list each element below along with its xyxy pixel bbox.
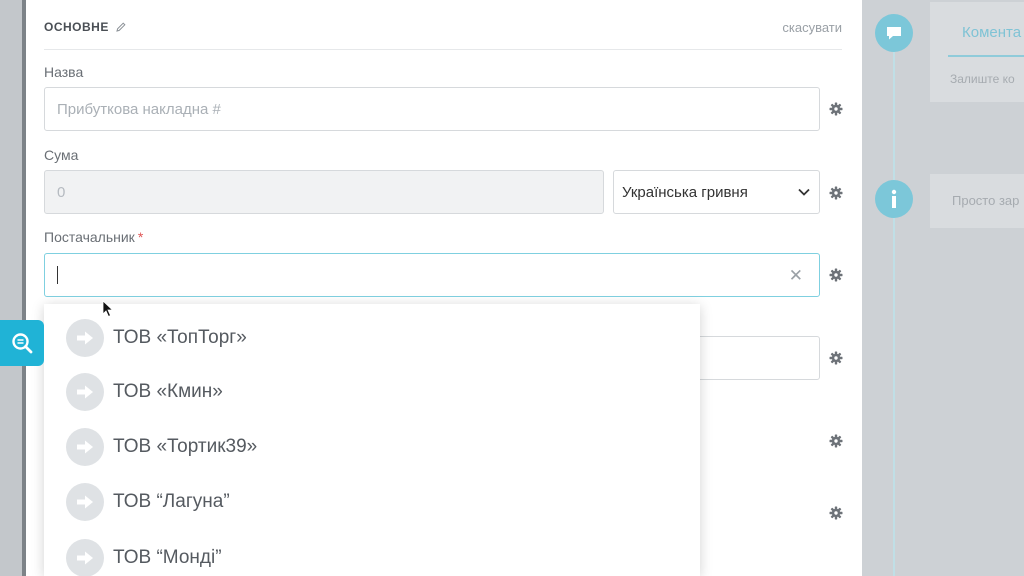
info-icon — [875, 180, 913, 218]
mouse-pointer-icon — [102, 300, 114, 318]
info-text: Просто зар — [952, 193, 1020, 208]
sum-value: 0 — [57, 183, 66, 201]
section-title: ОСНОВНЕ — [44, 20, 109, 34]
gear-icon[interactable] — [828, 433, 844, 449]
name-placeholder: Прибуткова накладна # — [57, 100, 221, 118]
chevron-down-icon — [798, 188, 810, 196]
comment-card: Комента Залиште ко — [930, 2, 1024, 102]
comment-icon — [875, 14, 913, 52]
supplier-dropdown: ТОВ «ТопТорг» ТОВ «Кмин» ТОВ «Тортик39» … — [44, 304, 700, 576]
timeline-line — [893, 30, 895, 576]
sum-label: Сума — [44, 147, 79, 163]
supplier-option-label: ТОВ “Монді” — [113, 547, 222, 568]
supplier-label-text: Постачальник — [44, 229, 135, 245]
text-caret — [57, 266, 58, 284]
gear-icon[interactable] — [828, 101, 844, 117]
required-mark: * — [137, 229, 144, 245]
tab-underline — [948, 55, 1024, 57]
currency-value: Українська гривня — [622, 183, 748, 201]
tab-comments[interactable]: Комента — [962, 24, 1021, 41]
name-input[interactable]: Прибуткова накладна # — [44, 87, 820, 131]
comment-hint[interactable]: Залиште ко — [950, 72, 1015, 86]
sum-input: 0 — [44, 170, 604, 214]
section-header: ОСНОВНЕ — [44, 20, 127, 34]
supplier-option-label: ТОВ «Кмин» — [113, 381, 223, 402]
arrow-right-icon — [66, 483, 104, 521]
arrow-right-icon — [66, 428, 104, 466]
header-divider — [44, 49, 842, 50]
arrow-right-icon — [66, 373, 104, 411]
supplier-option-label: ТОВ “Лагуна” — [113, 491, 230, 512]
supplier-option[interactable]: ТОВ «Кмин» — [44, 366, 700, 418]
supplier-input[interactable]: ✕ — [44, 253, 820, 297]
supplier-label: Постачальник * — [44, 229, 143, 245]
supplier-option[interactable]: ТОВ “Монді” — [44, 532, 700, 576]
supplier-option[interactable]: ТОВ «Тортик39» — [44, 421, 700, 473]
supplier-option[interactable]: ТОВ «ТопТорг» — [44, 312, 700, 364]
supplier-option-label: ТОВ «ТопТорг» — [113, 327, 247, 348]
supplier-option[interactable]: ТОВ “Лагуна” — [44, 476, 700, 528]
search-button[interactable] — [0, 320, 44, 366]
gear-icon[interactable] — [828, 505, 844, 521]
supplier-option-label: ТОВ «Тортик39» — [113, 436, 258, 457]
info-card: Просто зар — [930, 174, 1024, 228]
gear-icon[interactable] — [828, 350, 844, 366]
pencil-icon[interactable] — [115, 21, 127, 33]
left-background-strip — [0, 0, 26, 576]
clear-icon[interactable]: ✕ — [789, 266, 803, 286]
arrow-right-icon — [66, 539, 104, 576]
gear-icon[interactable] — [828, 185, 844, 201]
search-icon — [12, 333, 33, 354]
arrow-right-icon — [66, 319, 104, 357]
cancel-link[interactable]: скасувати — [782, 20, 842, 35]
gear-icon[interactable] — [828, 267, 844, 283]
name-label: Назва — [44, 64, 84, 80]
currency-select[interactable]: Українська гривня — [613, 170, 820, 214]
